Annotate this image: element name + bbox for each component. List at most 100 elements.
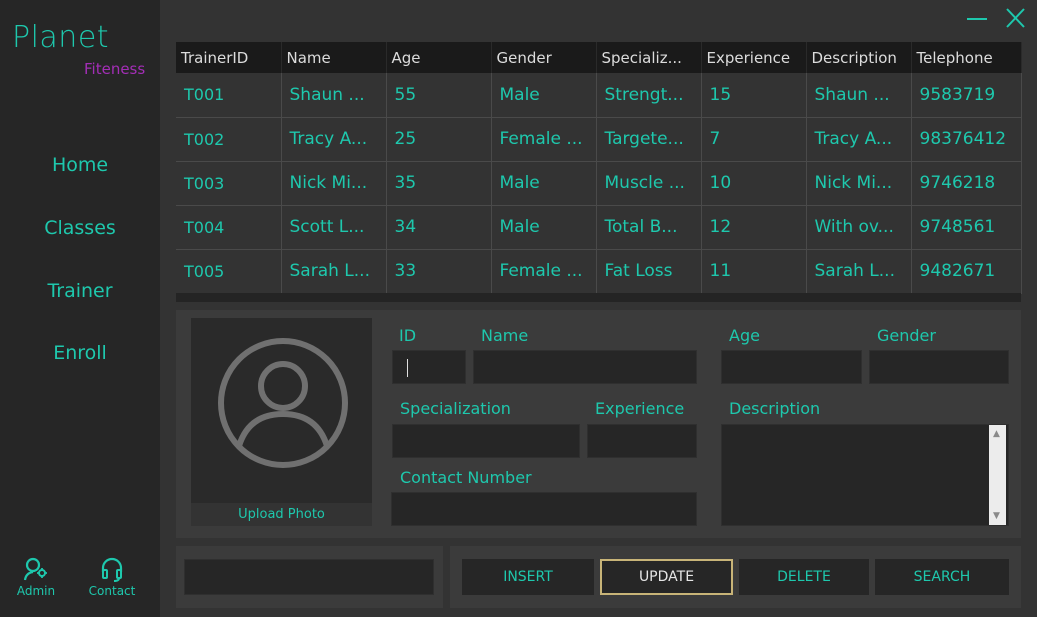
table-cell[interactable]: 98376412 <box>911 117 1022 162</box>
table-cell[interactable]: 9746218 <box>911 161 1022 206</box>
experience-field[interactable] <box>587 424 697 458</box>
table-cell[interactable]: 34 <box>386 205 492 250</box>
search-input[interactable] <box>184 559 434 595</box>
name-label: Name <box>481 326 529 345</box>
trainer-table: TrainerID Name Age Gender Specializ... E… <box>176 42 1022 302</box>
table-cell[interactable]: Total B... <box>596 205 702 250</box>
sidebar: Planet Fiteness Home Classes Trainer Enr… <box>0 0 160 617</box>
table-row[interactable]: T004 Scott L... 34 Male Total B... 12 Wi… <box>176 205 1022 250</box>
table-cell[interactable]: 55 <box>386 73 492 118</box>
id-field[interactable] <box>392 350 466 384</box>
trainer-grid: TrainerID Name Age Gender Specializ... E… <box>176 42 1022 294</box>
table-row[interactable]: T003 Nick Mi... 35 Male Muscle ... 10 Ni… <box>176 161 1022 206</box>
gender-label: Gender <box>877 326 936 345</box>
age-label: Age <box>729 326 760 345</box>
brand-title: Planet <box>12 20 110 55</box>
upload-photo-button[interactable]: Upload Photo <box>191 503 372 526</box>
table-cell[interactable]: 35 <box>386 161 492 206</box>
app-window: Planet Fiteness Home Classes Trainer Enr… <box>0 0 1037 617</box>
table-cell[interactable]: Tracy A... <box>806 117 912 162</box>
gender-field[interactable] <box>869 350 1009 384</box>
scroll-up-arrow-icon[interactable]: ▲ <box>993 429 1000 439</box>
insert-button[interactable]: INSERT <box>462 559 594 595</box>
table-cell[interactable]: Targete... <box>596 117 702 162</box>
header-age[interactable]: Age <box>386 42 492 73</box>
table-cell[interactable]: Tracy A... <box>281 117 387 162</box>
table-cell[interactable]: Nick Mi... <box>806 161 912 206</box>
minimize-icon <box>967 18 987 20</box>
table-row[interactable]: T005 Sarah L... 33 Female ... Fat Loss 1… <box>176 249 1022 294</box>
scroll-down-arrow-icon[interactable]: ▼ <box>993 511 1000 521</box>
experience-label: Experience <box>595 399 685 418</box>
table-cell[interactable]: 11 <box>701 249 807 294</box>
photo-box: Upload Photo <box>191 318 372 526</box>
nav-trainer[interactable]: Trainer <box>0 280 160 302</box>
table-cell[interactable]: Female ... <box>491 117 597 162</box>
description-scrollbar[interactable]: ▲ ▼ <box>989 425 1006 525</box>
nav-home[interactable]: Home <box>0 154 160 176</box>
table-cell[interactable]: Muscle ... <box>596 161 702 206</box>
specialization-field[interactable] <box>392 424 580 458</box>
user-avatar-icon <box>218 338 348 468</box>
header-name[interactable]: Name <box>281 42 387 73</box>
search-button[interactable]: SEARCH <box>875 559 1009 595</box>
table-horizontal-scrollbar[interactable] <box>176 293 1021 302</box>
table-cell[interactable]: 15 <box>701 73 807 118</box>
table-cell[interactable]: T001 <box>176 73 282 118</box>
table-cell[interactable]: Strengt... <box>596 73 702 118</box>
name-field[interactable] <box>473 350 697 384</box>
table-cell[interactable]: 7 <box>701 117 807 162</box>
table-row[interactable]: T001 Shaun ... 55 Male Strengt... 15 Sha… <box>176 73 1022 118</box>
table-cell[interactable]: 25 <box>386 117 492 162</box>
nav-enroll[interactable]: Enroll <box>0 342 160 364</box>
specialization-label: Specialization <box>400 399 511 418</box>
table-cell[interactable]: With ov... <box>806 205 912 250</box>
table-cell[interactable]: Shaun ... <box>806 73 912 118</box>
contact-label: Contact <box>88 584 136 598</box>
table-row[interactable]: T002 Tracy A... 25 Female ... Targete...… <box>176 117 1022 162</box>
description-textarea[interactable]: ▲ ▼ <box>721 424 1009 526</box>
table-cell[interactable]: Fat Loss <box>596 249 702 294</box>
age-field[interactable] <box>721 350 862 384</box>
header-gender[interactable]: Gender <box>491 42 597 73</box>
header-description[interactable]: Description <box>806 42 912 73</box>
header-experience[interactable]: Experience <box>701 42 807 73</box>
admin-button[interactable]: Admin <box>12 556 60 598</box>
table-cell[interactable]: 33 <box>386 249 492 294</box>
table-cell[interactable]: Sarah L... <box>806 249 912 294</box>
table-cell[interactable]: 12 <box>701 205 807 250</box>
table-cell[interactable]: T002 <box>176 117 282 162</box>
table-cell[interactable]: 9583719 <box>911 73 1022 118</box>
table-cell[interactable]: 9482671 <box>911 249 1022 294</box>
header-trainer-id[interactable]: TrainerID <box>176 42 282 73</box>
table-cell[interactable]: T005 <box>176 249 282 294</box>
table-cell[interactable]: Nick Mi... <box>281 161 387 206</box>
table-cell[interactable]: 10 <box>701 161 807 206</box>
trainer-form: Upload Photo ID Name Age Gender Speciali… <box>176 310 1021 538</box>
table-cell[interactable]: Shaun ... <box>281 73 387 118</box>
contact-number-field[interactable] <box>391 492 697 526</box>
close-button[interactable] <box>1004 6 1030 30</box>
action-panel: INSERT UPDATE DELETE SEARCH <box>450 546 1021 608</box>
table-cell[interactable]: 9748561 <box>911 205 1022 250</box>
table-cell[interactable]: Sarah L... <box>281 249 387 294</box>
delete-button[interactable]: DELETE <box>739 559 869 595</box>
table-cell[interactable]: Male <box>491 73 597 118</box>
text-caret <box>407 359 408 377</box>
brand-subtitle: Fiteness <box>84 60 146 78</box>
contact-button[interactable]: Contact <box>82 556 142 598</box>
update-button[interactable]: UPDATE <box>600 559 733 595</box>
brand-logo: Planet Fiteness <box>12 20 145 79</box>
id-label: ID <box>399 326 417 345</box>
table-cell[interactable]: T004 <box>176 205 282 250</box>
nav-classes[interactable]: Classes <box>0 217 160 239</box>
header-telephone[interactable]: Telephone <box>911 42 1022 73</box>
table-cell[interactable]: Female ... <box>491 249 597 294</box>
header-specialization[interactable]: Specializ... <box>596 42 702 73</box>
table-cell[interactable]: Scott L... <box>281 205 387 250</box>
table-cell[interactable]: Male <box>491 205 597 250</box>
table-cell[interactable]: T003 <box>176 161 282 206</box>
table-cell[interactable]: Male <box>491 161 597 206</box>
minimize-button[interactable] <box>965 6 991 30</box>
admin-label: Admin <box>16 584 56 598</box>
